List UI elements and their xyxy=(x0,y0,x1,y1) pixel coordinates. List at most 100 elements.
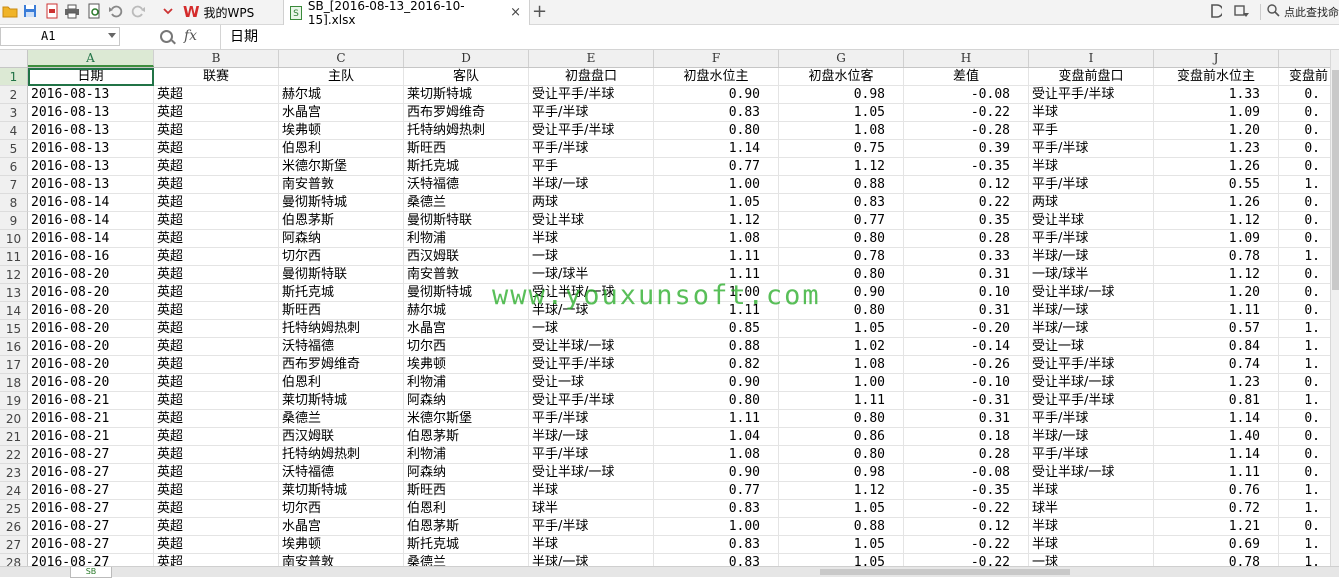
table-cell[interactable]: 伯恩茅斯 xyxy=(279,212,404,230)
row-header[interactable]: 16 xyxy=(0,338,28,356)
customize-toolbar-chevron-icon[interactable] xyxy=(160,3,176,19)
table-cell[interactable]: 西布罗姆维奇 xyxy=(404,104,529,122)
table-cell[interactable]: 桑德兰 xyxy=(279,410,404,428)
table-cell[interactable]: 0.80 xyxy=(779,410,904,428)
table-cell[interactable]: 1.14 xyxy=(1154,446,1279,464)
table-cell[interactable]: 2016-08-13 xyxy=(28,140,154,158)
header-cell[interactable]: 初盘水位主 xyxy=(654,68,779,86)
column-header[interactable]: E xyxy=(529,50,654,67)
table-cell[interactable]: 托特纳姆热刺 xyxy=(279,320,404,338)
horizontal-scroll-thumb[interactable] xyxy=(820,569,1070,575)
table-cell[interactable]: 2016-08-27 xyxy=(28,464,154,482)
table-cell[interactable]: 1.40 xyxy=(1154,428,1279,446)
table-cell[interactable]: -0.22 xyxy=(904,536,1029,554)
column-header[interactable]: G xyxy=(779,50,904,67)
table-cell[interactable]: 0.31 xyxy=(904,266,1029,284)
table-cell[interactable]: 0.98 xyxy=(779,464,904,482)
column-header[interactable]: D xyxy=(404,50,529,67)
table-cell[interactable]: 1.11 xyxy=(1154,464,1279,482)
sheet-tab[interactable]: SB xyxy=(70,567,112,578)
table-cell[interactable]: 0.80 xyxy=(779,302,904,320)
table-cell[interactable]: 受让平手/半球 xyxy=(529,122,654,140)
table-cell[interactable]: 半球/一球 xyxy=(1029,302,1154,320)
table-cell[interactable]: 半球 xyxy=(1029,482,1154,500)
table-cell[interactable]: 英超 xyxy=(154,86,279,104)
table-cell[interactable]: 2016-08-20 xyxy=(28,338,154,356)
table-cell[interactable]: 英超 xyxy=(154,230,279,248)
column-header[interactable]: B xyxy=(154,50,279,67)
undo-icon[interactable] xyxy=(108,3,124,19)
print-preview-icon[interactable] xyxy=(86,3,102,19)
table-cell[interactable]: 0.10 xyxy=(904,284,1029,302)
row-header[interactable]: 10 xyxy=(0,230,28,248)
table-cell[interactable]: 受让平手/半球 xyxy=(1029,86,1154,104)
row-header[interactable]: 20 xyxy=(0,410,28,428)
table-cell[interactable]: 英超 xyxy=(154,176,279,194)
table-cell[interactable]: 利物浦 xyxy=(404,230,529,248)
column-header[interactable]: A xyxy=(28,50,154,67)
column-header[interactable]: C xyxy=(279,50,404,67)
table-cell[interactable]: 英超 xyxy=(154,446,279,464)
table-cell[interactable]: 平手 xyxy=(1029,122,1154,140)
table-cell[interactable]: 英超 xyxy=(154,212,279,230)
table-cell[interactable]: 2016-08-14 xyxy=(28,194,154,212)
table-cell[interactable]: 平手/半球 xyxy=(529,410,654,428)
table-cell[interactable]: 1.00 xyxy=(654,176,779,194)
column-header[interactable]: F xyxy=(654,50,779,67)
table-cell[interactable]: 1. xyxy=(1279,356,1330,374)
table-cell[interactable]: 平手/半球 xyxy=(529,140,654,158)
table-cell[interactable]: 2016-08-27 xyxy=(28,518,154,536)
table-cell[interactable]: 2016-08-14 xyxy=(28,212,154,230)
table-cell[interactable]: 1. xyxy=(1279,500,1330,518)
table-cell[interactable]: 英超 xyxy=(154,374,279,392)
close-tab-icon[interactable]: × xyxy=(510,5,521,20)
table-cell[interactable]: 英超 xyxy=(154,536,279,554)
table-cell[interactable]: 1.00 xyxy=(654,518,779,536)
table-cell[interactable]: 球半 xyxy=(1029,500,1154,518)
table-cell[interactable]: 0. xyxy=(1279,428,1330,446)
row-header[interactable]: 1 xyxy=(0,68,28,86)
table-cell[interactable]: 0.88 xyxy=(779,176,904,194)
table-cell[interactable]: 0.83 xyxy=(779,194,904,212)
table-cell[interactable]: 2016-08-20 xyxy=(28,302,154,320)
table-cell[interactable]: 1.09 xyxy=(1154,104,1279,122)
table-cell[interactable]: 受让半球 xyxy=(1029,212,1154,230)
header-cell[interactable]: 联赛 xyxy=(154,68,279,86)
row-header[interactable]: 15 xyxy=(0,320,28,338)
table-cell[interactable]: 受让半球/一球 xyxy=(529,464,654,482)
table-cell[interactable]: -0.28 xyxy=(904,122,1029,140)
table-cell[interactable]: 1.04 xyxy=(654,428,779,446)
table-cell[interactable]: 0. xyxy=(1279,518,1330,536)
table-cell[interactable]: 2016-08-20 xyxy=(28,374,154,392)
table-cell[interactable]: -0.35 xyxy=(904,482,1029,500)
table-cell[interactable]: 1. xyxy=(1279,176,1330,194)
table-cell[interactable]: 2016-08-27 xyxy=(28,536,154,554)
row-header[interactable]: 18 xyxy=(0,374,28,392)
table-cell[interactable]: 托特纳姆热刺 xyxy=(404,122,529,140)
table-cell[interactable]: 0.31 xyxy=(904,410,1029,428)
table-cell[interactable]: 1.14 xyxy=(654,140,779,158)
table-cell[interactable]: 曼彻斯特城 xyxy=(404,284,529,302)
table-cell[interactable]: 受让半球/一球 xyxy=(1029,284,1154,302)
table-cell[interactable]: 0. xyxy=(1279,140,1330,158)
table-cell[interactable]: 沃特福德 xyxy=(279,338,404,356)
formula-input[interactable]: 日期 xyxy=(220,25,1339,49)
table-cell[interactable]: 切尔西 xyxy=(279,248,404,266)
table-cell[interactable]: 受让平手/半球 xyxy=(1029,392,1154,410)
open-folder-icon[interactable] xyxy=(2,3,18,19)
table-cell[interactable]: -0.22 xyxy=(904,104,1029,122)
row-header[interactable]: 17 xyxy=(0,356,28,374)
table-cell[interactable]: 斯旺西 xyxy=(404,140,529,158)
column-header[interactable]: H xyxy=(904,50,1029,67)
header-cell[interactable]: 日期 xyxy=(28,68,154,86)
table-cell[interactable]: 赫尔城 xyxy=(279,86,404,104)
table-cell[interactable]: 0.75 xyxy=(779,140,904,158)
table-cell[interactable]: 1.12 xyxy=(779,482,904,500)
table-cell[interactable]: 英超 xyxy=(154,500,279,518)
header-cell[interactable]: 变盘前盘口 xyxy=(1029,68,1154,86)
row-header[interactable]: 12 xyxy=(0,266,28,284)
table-cell[interactable]: 水晶宫 xyxy=(279,518,404,536)
table-cell[interactable]: 英超 xyxy=(154,140,279,158)
row-header[interactable]: 9 xyxy=(0,212,28,230)
table-cell[interactable]: 受让平手/半球 xyxy=(529,86,654,104)
